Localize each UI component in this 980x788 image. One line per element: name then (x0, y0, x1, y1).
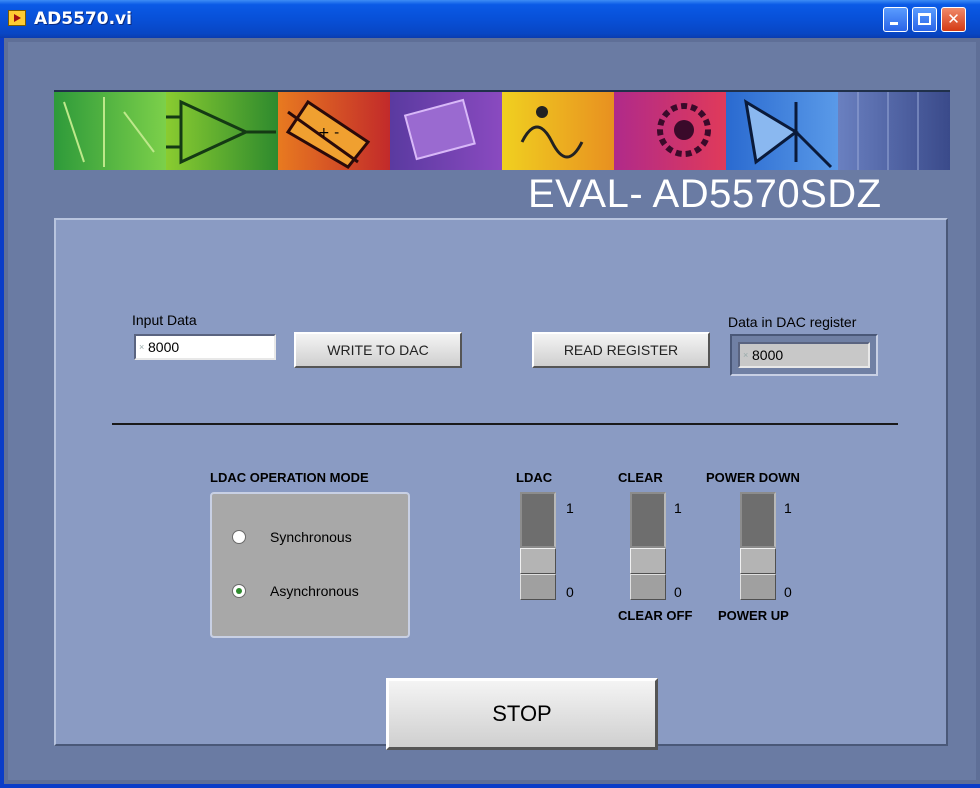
clear-high-tick: 1 (674, 500, 682, 516)
input-data-label: Input Data (132, 312, 197, 328)
input-data-value: 8000 (148, 339, 180, 355)
input-data-field[interactable]: × 8000 (134, 334, 276, 360)
ldac-mode-label: LDAC OPERATION MODE (210, 470, 369, 485)
diode-symbol-icon (743, 99, 833, 169)
maximize-button[interactable] (912, 7, 937, 32)
divider-line (112, 423, 898, 425)
svg-text:+ -: + - (318, 125, 339, 141)
ldac-mode-radio-group: Synchronous Asynchronous (210, 492, 410, 638)
radio-option-synchronous[interactable]: Synchronous (232, 528, 402, 548)
clear-toggle-switch[interactable] (630, 492, 666, 600)
switch-track-bottom (740, 574, 776, 600)
radio-label: Asynchronous (270, 583, 359, 599)
banner-segment (838, 92, 950, 170)
banner-segment (390, 92, 502, 170)
power-up-caption: POWER UP (718, 608, 789, 623)
write-to-dac-button[interactable]: WRITE TO DAC (294, 332, 462, 368)
close-icon: ✕ (947, 10, 960, 28)
ldac-high-tick: 1 (566, 500, 574, 516)
clear-low-tick: 0 (674, 584, 682, 600)
power-down-high-tick: 1 (784, 500, 792, 516)
control-panel: Input Data × 8000 WRITE TO DAC READ REGI… (54, 218, 948, 750)
title-bar[interactable]: AD5570.vi ✕ (0, 0, 980, 38)
gear-icon (657, 103, 711, 157)
banner-segment (614, 92, 726, 170)
dac-register-value: 8000 (752, 347, 784, 363)
signal-graphic (520, 106, 584, 159)
switch-thumb[interactable] (740, 548, 776, 574)
switch-track (630, 492, 666, 548)
ldac-low-tick: 0 (566, 584, 574, 600)
power-down-low-tick: 0 (784, 584, 792, 600)
labview-vi-icon[interactable] (8, 10, 26, 26)
clear-switch-label: CLEAR (618, 470, 663, 485)
power-down-switch-label: POWER DOWN (706, 470, 800, 485)
ldac-switch-label: LDAC (516, 470, 553, 485)
power-down-toggle-switch[interactable] (740, 492, 776, 600)
banner-segment: + - (278, 92, 390, 170)
stop-button[interactable]: STOP (386, 678, 658, 750)
chip-graphic (403, 98, 476, 161)
read-register-button[interactable]: READ REGISTER (532, 332, 710, 368)
increment-arrows-icon: × (139, 342, 145, 352)
banner-segment (502, 92, 614, 170)
radio-label: Synchronous (270, 529, 352, 545)
close-button[interactable]: ✕ (941, 7, 966, 32)
switch-track (740, 492, 776, 548)
window-title: AD5570.vi (34, 9, 132, 29)
dac-register-field: × 8000 (738, 342, 870, 368)
banner-segment (54, 92, 166, 170)
selected-dot-icon (236, 588, 242, 594)
clear-off-caption: CLEAR OFF (618, 608, 693, 623)
ldac-toggle-switch[interactable] (520, 492, 556, 600)
minimize-button[interactable] (883, 7, 908, 32)
switch-thumb[interactable] (630, 548, 666, 574)
switch-thumb[interactable] (520, 548, 556, 574)
banner-image: + - (54, 90, 950, 170)
banner-segment (726, 92, 838, 170)
minimize-icon (890, 22, 898, 25)
dac-register-frame: × 8000 (730, 334, 878, 376)
application-window: AD5570.vi ✕ + - EVAL- AD5570SDZ Input Da… (0, 0, 980, 788)
opamp-symbol-icon (166, 99, 276, 165)
radio-button-selected-icon[interactable] (232, 584, 246, 598)
radio-button-icon[interactable] (232, 530, 246, 544)
switch-track-bottom (520, 574, 556, 600)
banner-segment (166, 92, 278, 170)
dac-register-label: Data in DAC register (728, 314, 857, 330)
switch-track-bottom (630, 574, 666, 600)
switch-track (520, 492, 556, 548)
maximize-icon (918, 13, 931, 25)
radio-option-asynchronous[interactable]: Asynchronous (232, 582, 402, 602)
front-panel-background: + - EVAL- AD5570SDZ Input Data × 8000 WR… (8, 42, 976, 780)
front-panel: + - EVAL- AD5570SDZ Input Data × 8000 WR… (4, 38, 980, 784)
circuit-graphic (63, 97, 155, 167)
component-symbol-icon: + - (285, 99, 371, 169)
increment-arrows-icon: × (743, 350, 749, 360)
grid-graphic (857, 92, 919, 170)
board-title: EVAL- AD5570SDZ (528, 172, 882, 216)
